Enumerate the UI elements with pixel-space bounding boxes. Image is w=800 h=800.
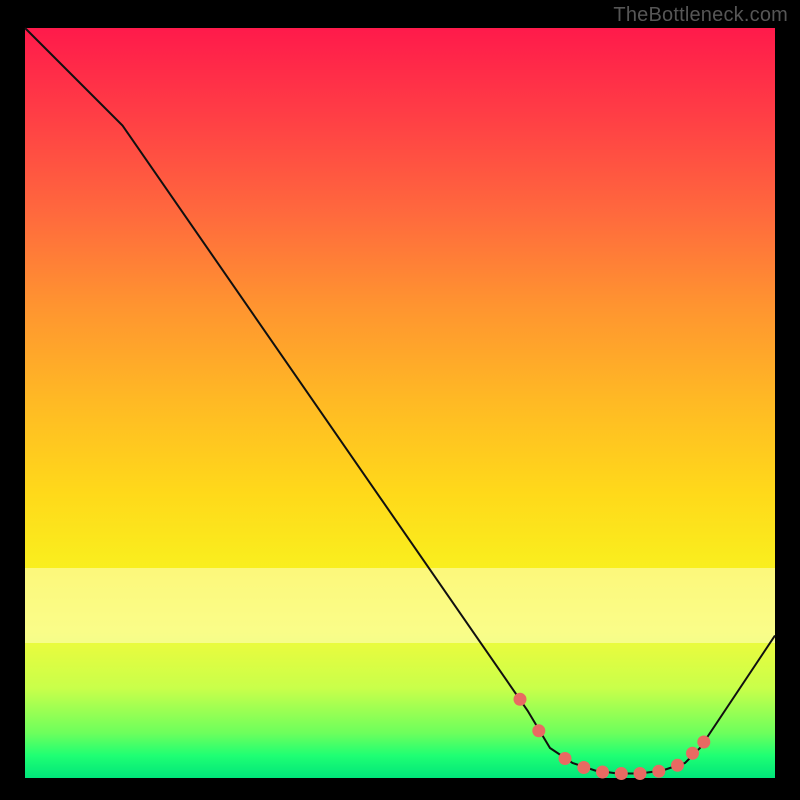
highlight-dot <box>686 747 699 760</box>
highlight-dot <box>697 736 710 749</box>
bottleneck-curve <box>25 28 775 774</box>
highlight-dot <box>671 759 684 772</box>
highlight-dot <box>532 724 545 737</box>
highlight-dot <box>514 693 527 706</box>
chart-frame: TheBottleneck.com <box>0 0 800 800</box>
curve-layer <box>25 28 775 778</box>
highlight-dot <box>615 767 628 780</box>
highlight-dot <box>652 765 665 778</box>
plot-area <box>25 28 775 778</box>
attribution-label: TheBottleneck.com <box>613 4 788 27</box>
highlight-dot <box>577 761 590 774</box>
highlight-dot <box>596 766 609 779</box>
highlight-dot <box>634 767 647 780</box>
highlight-dot <box>559 752 572 765</box>
